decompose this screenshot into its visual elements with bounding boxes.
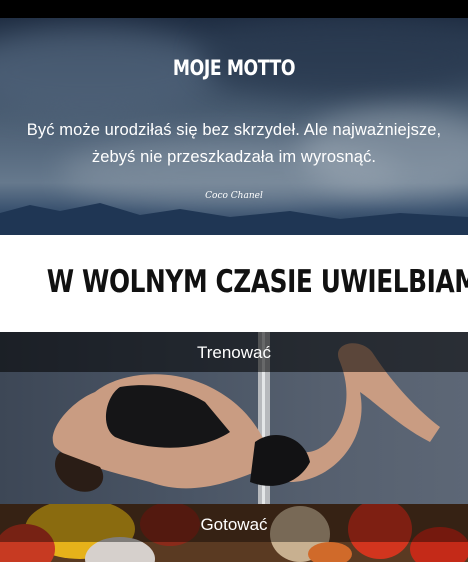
motto-quote-line: żebyś nie przeszkadzała im wyrosnąć. <box>91 148 377 166</box>
hobby-label-training: Trenować <box>196 343 271 362</box>
hobbies-title: W WOLNYM CZASIE UWIELBIAM <box>46 264 468 300</box>
hobby-card-training[interactable]: Trenować <box>0 332 468 504</box>
motto-quote: Być może urodziłaś się bez skrzydeł. Ale… <box>0 117 468 171</box>
hobby-label-cooking: Gotować <box>200 515 268 534</box>
motto-author: Coco Chanel <box>205 191 263 201</box>
hobby-card-cooking[interactable]: Gotować <box>0 504 468 562</box>
motto-title: MOJE MOTTO <box>172 56 296 80</box>
hobbies-header: W WOLNYM CZASIE UWIELBIAM <box>0 235 468 332</box>
motto-quote-line: Być może urodziłaś się bez skrzydeł. Ale… <box>26 121 442 139</box>
top-bar <box>0 0 468 18</box>
mountain-silhouette <box>0 203 468 235</box>
motto-section: MOJE MOTTO Być może urodziłaś się bez sk… <box>0 18 468 235</box>
